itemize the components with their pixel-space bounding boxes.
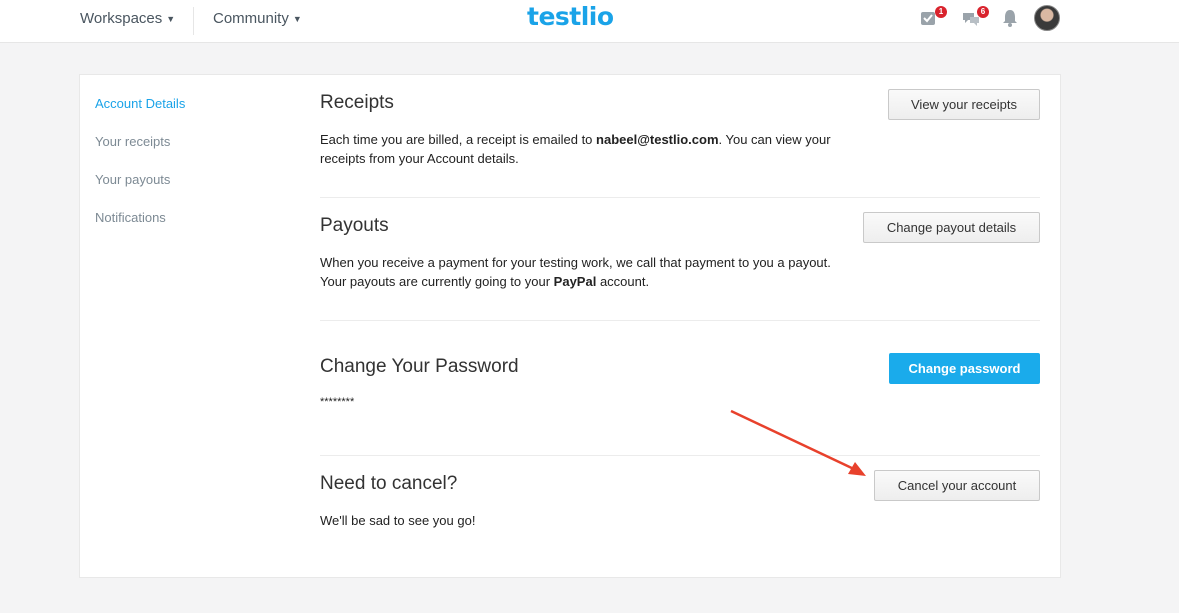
password-title: Change Your Password [320,356,519,377]
section-divider [320,197,1040,198]
section-divider [320,320,1040,321]
view-receipts-button[interactable]: View your receipts [888,89,1040,120]
workspaces-label: Workspaces [80,10,163,27]
sidebar-item-payouts[interactable]: Your payouts [95,172,170,187]
account-email: nabeel@testlio.com [596,132,719,147]
payout-provider: PayPal [553,274,597,289]
receipts-text: Each time you are billed, a receipt is e… [320,132,597,147]
top-navbar: Workspaces ▼ Community ▼ testlio 1 6 [0,0,1179,43]
change-password-button[interactable]: Change password [889,353,1040,384]
payouts-description: When you receive a payment for your test… [320,253,860,291]
bell-icon [1003,10,1017,27]
receipts-title: Receipts [320,92,394,113]
section-divider [320,455,1040,456]
payouts-text-line1: When you receive a payment for your test… [320,255,831,270]
change-payout-details-button[interactable]: Change payout details [863,212,1040,243]
workspaces-menu[interactable]: Workspaces ▼ [80,10,175,27]
payouts-text: Your payouts are currently going to your [320,274,554,289]
caret-down-icon: ▼ [166,13,176,24]
masked-password: ******** [320,396,355,408]
cancel-description: We'll be sad to see you go! [320,513,476,528]
user-avatar[interactable] [1034,5,1060,31]
community-menu[interactable]: Community ▼ [213,10,302,27]
nav-divider [193,7,194,35]
messages-button[interactable]: 6 [961,6,989,30]
messages-badge: 6 [977,6,989,18]
tasks-button[interactable]: 1 [919,6,947,30]
cancel-account-button[interactable]: Cancel your account [874,470,1040,501]
payouts-title: Payouts [320,215,389,236]
sidebar-item-notifications[interactable]: Notifications [95,210,166,225]
sidebar-item-account-details[interactable]: Account Details [95,96,185,111]
notifications-button[interactable] [1000,8,1022,30]
community-label: Community [213,10,289,27]
caret-down-icon: ▼ [292,13,302,24]
testlio-logo[interactable]: testlio [527,2,614,31]
sidebar-item-receipts[interactable]: Your receipts [95,134,170,149]
payouts-text-line2: Your payouts are currently going to your… [320,272,860,291]
receipts-description: Each time you are billed, a receipt is e… [320,130,850,168]
cancel-title: Need to cancel? [320,473,458,494]
payouts-text-end: account. [596,274,650,289]
tasks-badge: 1 [935,6,947,18]
